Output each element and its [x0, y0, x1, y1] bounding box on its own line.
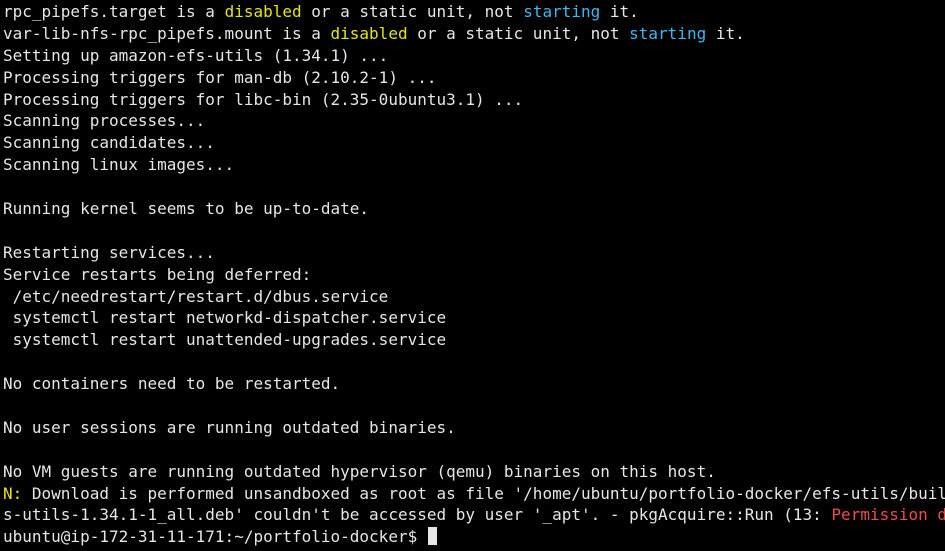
terminal-line: Processing triggers for man-db (2.10.2-1…: [3, 67, 945, 89]
terminal-line: Scanning candidates...: [3, 132, 945, 154]
terminal-line: systemctl restart networkd-dispatcher.se…: [3, 307, 945, 329]
terminal-window[interactable]: rpc_pipefs.target is a disabled or a sta…: [0, 0, 945, 551]
terminal-line: Service restarts being deferred:: [3, 264, 945, 286]
terminal-text: Scanning processes...: [3, 111, 206, 131]
terminal-text: s-utils-1.34.1-1_all.deb' couldn't be ac…: [3, 505, 832, 525]
terminal-text: No containers need to be restarted.: [3, 374, 341, 394]
terminal-text: /etc/needrestart/restart.d/dbus.service: [3, 286, 389, 306]
terminal-line: Processing triggers for libc-bin (2.35-0…: [3, 89, 945, 111]
highlighted-text-yellow: N:: [3, 483, 23, 503]
highlighted-text-red: Permission denied: [831, 505, 945, 525]
shell-prompt: ubuntu@ip-172-31-11-171:~/portfolio-dock…: [3, 527, 427, 547]
terminal-text: or a static unit, not: [407, 23, 630, 43]
terminal-line: systemctl restart unattended-upgrades.se…: [3, 329, 945, 351]
terminal-line: rpc_pipefs.target is a disabled or a sta…: [3, 1, 945, 23]
terminal-output: rpc_pipefs.target is a disabled or a sta…: [3, 1, 945, 526]
terminal-text: Scanning candidates...: [3, 133, 215, 153]
terminal-line: var-lib-nfs-rpc_pipefs.mount is a disabl…: [3, 23, 945, 45]
terminal-text: or a static unit, not: [301, 2, 524, 21]
terminal-line: Scanning linux images...: [3, 154, 945, 176]
highlighted-text-cyan: starting: [523, 2, 601, 21]
terminal-line: No containers need to be restarted.: [3, 373, 945, 395]
terminal-text: Scanning linux images...: [3, 155, 235, 175]
terminal-line: No user sessions are running outdated bi…: [3, 417, 945, 439]
terminal-text: it.: [706, 23, 745, 43]
terminal-line: Scanning processes...: [3, 110, 945, 132]
terminal-text: Download is performed unsandboxed as roo…: [31, 483, 945, 503]
terminal-text: var-lib-nfs-rpc_pipefs.mount is a: [3, 23, 331, 43]
terminal-line: Restarting services...: [3, 242, 945, 264]
terminal-text: Running kernel seems to be up-to-date.: [3, 199, 370, 219]
terminal-text: Restarting services...: [3, 242, 215, 262]
terminal-text: No VM guests are running outdated hyperv…: [3, 461, 716, 481]
terminal-text: Processing triggers for libc-bin (2.35-0…: [3, 89, 524, 109]
terminal-line: s-utils-1.34.1-1_all.deb' couldn't be ac…: [3, 504, 945, 526]
text-cursor: [427, 527, 437, 546]
terminal-text: systemctl restart networkd-dispatcher.se…: [3, 308, 447, 328]
prompt-line[interactable]: ubuntu@ip-172-31-11-171:~/portfolio-dock…: [3, 526, 945, 548]
terminal-text: Processing triggers for man-db (2.10.2-1…: [3, 67, 437, 87]
highlighted-text-cyan: starting: [629, 23, 707, 43]
terminal-line: No VM guests are running outdated hyperv…: [3, 461, 945, 483]
terminal-line: N: Download is performed unsandboxed as …: [3, 483, 945, 505]
terminal-text: systemctl restart unattended-upgrades.se…: [3, 330, 447, 350]
terminal-text: rpc_pipefs.target is a: [3, 2, 225, 21]
terminal-text: Service restarts being deferred:: [3, 264, 312, 284]
terminal-line: Running kernel seems to be up-to-date.: [3, 198, 945, 220]
highlighted-text-yellow: disabled: [330, 23, 408, 43]
terminal-text: Setting up amazon-efs-utils (1.34.1) ...: [3, 45, 389, 65]
terminal-line: /etc/needrestart/restart.d/dbus.service: [3, 286, 945, 308]
terminal-text: it.: [600, 2, 639, 21]
terminal-line: Setting up amazon-efs-utils (1.34.1) ...: [3, 45, 945, 67]
highlighted-text-yellow: disabled: [224, 2, 302, 21]
terminal-text: No user sessions are running outdated bi…: [3, 417, 456, 437]
